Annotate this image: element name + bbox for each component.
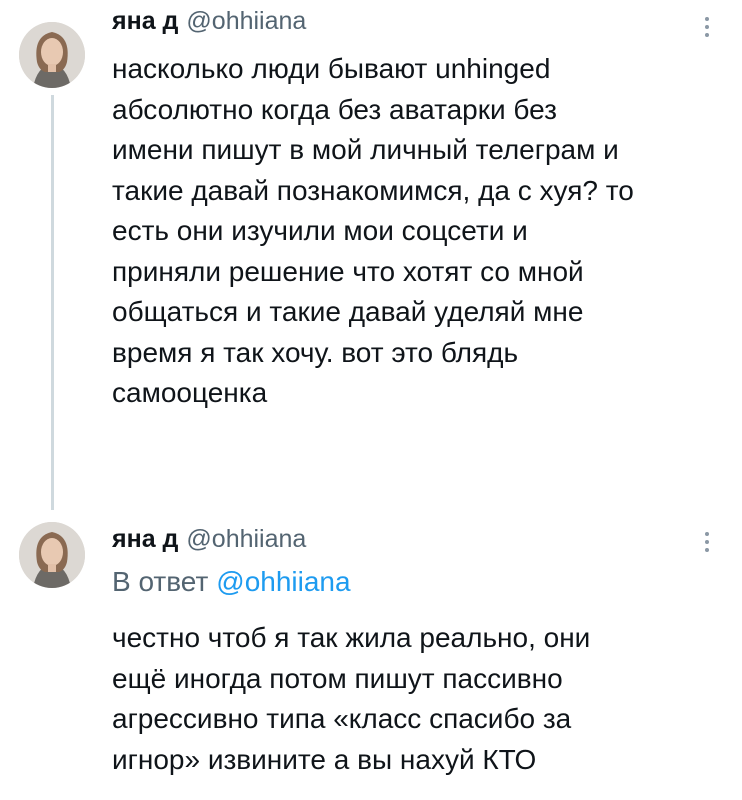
display-name[interactable]: яна д bbox=[112, 525, 178, 553]
thread-line bbox=[51, 95, 54, 510]
more-options-icon[interactable] bbox=[704, 17, 710, 37]
reply-context: В ответ @ohhiiana bbox=[112, 565, 351, 599]
avatar[interactable] bbox=[19, 22, 85, 88]
reply-prefix: В ответ bbox=[112, 566, 209, 597]
tweet-text: честно чтоб я так жила реально, они ещё … bbox=[112, 622, 591, 775]
user-handle[interactable]: @ohhiiana bbox=[186, 7, 306, 35]
avatar-photo bbox=[19, 522, 85, 588]
tweet-text: насколько люди бывают unhinged абсолютно… bbox=[112, 53, 634, 408]
avatar-photo bbox=[19, 22, 85, 88]
tweet-header: яна д @ohhiiana bbox=[112, 6, 306, 36]
more-options-icon[interactable] bbox=[704, 532, 710, 552]
display-name[interactable]: яна д bbox=[112, 7, 178, 35]
tweet-header: яна д @ohhiiana bbox=[112, 524, 306, 554]
avatar[interactable] bbox=[19, 522, 85, 588]
reply-mention-link[interactable]: @ohhiiana bbox=[216, 566, 350, 597]
user-handle[interactable]: @ohhiiana bbox=[186, 525, 306, 553]
